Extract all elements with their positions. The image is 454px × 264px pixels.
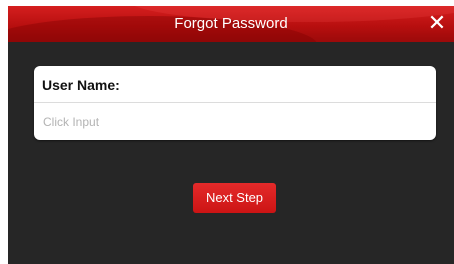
close-icon[interactable]: ✕ bbox=[424, 10, 450, 38]
next-step-button[interactable]: Next Step bbox=[193, 183, 276, 213]
dialog-title: Forgot Password bbox=[174, 15, 288, 32]
username-input[interactable] bbox=[34, 103, 436, 140]
username-card: User Name: bbox=[34, 66, 436, 140]
username-label: User Name: bbox=[42, 77, 120, 93]
title-bar: Forgot Password ✕ bbox=[8, 6, 454, 42]
forgot-password-dialog: Forgot Password ✕ User Name: Next Step bbox=[8, 6, 454, 264]
